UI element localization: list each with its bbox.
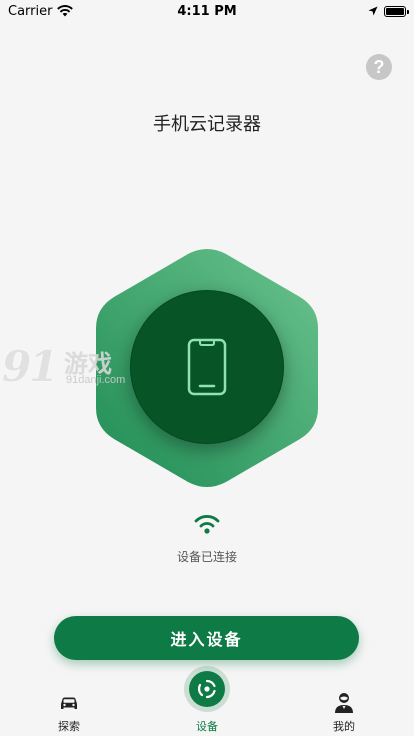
battery-fill xyxy=(386,7,404,15)
watermark-url: 91danji.com xyxy=(66,374,126,386)
tab-device-label: 设备 xyxy=(196,720,218,733)
tab-explore[interactable]: 探索 xyxy=(34,680,104,736)
status-bar: Carrier 4:11 PM xyxy=(0,0,414,22)
tab-mine[interactable]: 我的 xyxy=(309,680,379,736)
carrier-label: Carrier xyxy=(8,3,53,19)
help-icon: ? xyxy=(373,56,385,77)
device-status-circle[interactable] xyxy=(130,290,284,444)
tab-bar: 探索 设备 我的 xyxy=(0,666,414,736)
wifi-connected-icon xyxy=(194,515,220,534)
watermark: 91 游戏 91danji.com xyxy=(0,342,140,394)
help-button[interactable]: ? xyxy=(366,54,392,80)
enter-device-button[interactable]: 进入设备 xyxy=(54,616,359,660)
battery-icon xyxy=(384,5,409,17)
page-title: 手机云记录器 xyxy=(153,114,261,135)
person-icon xyxy=(335,693,353,713)
car-icon xyxy=(61,697,77,709)
device-tab-core xyxy=(189,671,225,707)
watermark-logo: 91 xyxy=(2,342,58,391)
device-tab-ring xyxy=(184,666,230,712)
tab-explore-label: 探索 xyxy=(58,720,80,733)
tab-mine-label: 我的 xyxy=(333,720,355,733)
wifi-signal-icon xyxy=(57,5,74,17)
enter-device-label: 进入设备 xyxy=(170,630,243,649)
tab-device[interactable]: 设备 xyxy=(172,666,242,736)
status-left: Carrier xyxy=(8,3,74,19)
location-arrow-icon xyxy=(368,6,378,16)
connection-status-text: 设备已连接 xyxy=(176,550,237,564)
status-right xyxy=(368,5,409,17)
phone-icon xyxy=(187,338,227,396)
device-hub-icon xyxy=(197,679,216,699)
